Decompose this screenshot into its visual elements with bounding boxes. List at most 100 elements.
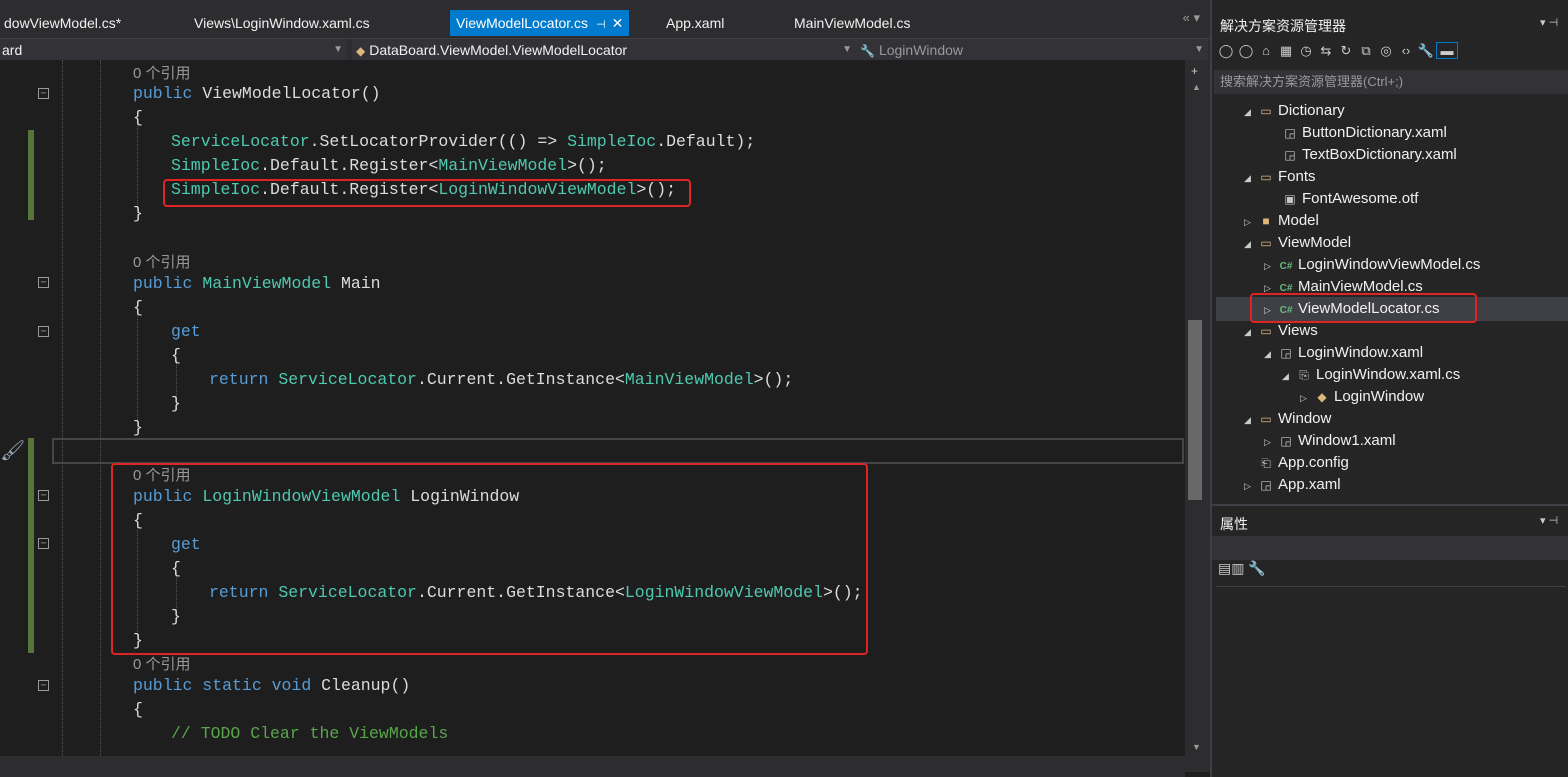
xaml-file-icon: ◲ <box>1280 346 1292 360</box>
code-text: .SetLocatorProvider(() => <box>309 132 568 151</box>
switch-views-icon[interactable]: ▦ <box>1276 43 1296 59</box>
code-line: public MainViewModel Main <box>133 274 381 293</box>
change-indicator <box>28 130 34 220</box>
tree-file-loginwindow-xaml[interactable]: ◢ ◲ LoginWindow.xaml <box>1264 342 1423 364</box>
collapse-all-icon[interactable]: ⧉ <box>1356 43 1376 59</box>
expand-icon[interactable]: ◢ <box>1244 409 1258 431</box>
properties-icon[interactable]: 🔧 <box>1416 43 1436 59</box>
panel-menu-icon[interactable]: ▾ ⊣ <box>1540 514 1558 527</box>
xaml-file-icon: ◲ <box>1260 478 1272 492</box>
tree-item-label: Window <box>1278 410 1332 427</box>
split-icon[interactable]: + <box>1191 64 1198 78</box>
navigation-bar: ard ▼ ◆ DataBoard.ViewModel.ViewModelLocat… <box>0 38 1210 61</box>
scroll-down-icon[interactable]: ▼ <box>1192 742 1201 752</box>
tree-file-app-config[interactable]: ⎗ App.config <box>1258 452 1349 474</box>
code-line: } <box>133 204 143 223</box>
code-line: { <box>171 346 181 365</box>
collapse-icon[interactable]: − <box>38 88 49 99</box>
collapse-icon[interactable]: − <box>38 490 49 501</box>
scrollbar-thumb[interactable] <box>1188 320 1202 500</box>
pending-changes-icon[interactable]: ◷ <box>1296 43 1316 59</box>
code-line: { <box>133 298 143 317</box>
tab-mainviewmodel[interactable]: MainViewModel.cs <box>790 10 914 36</box>
tree-folder-views[interactable]: ◢ ▭ Views <box>1244 320 1318 342</box>
quick-action-icon[interactable]: 🖌 <box>0 438 25 463</box>
collapse-icon[interactable]: − <box>38 538 49 549</box>
indent-guide <box>62 60 63 772</box>
highlight-box <box>163 179 691 207</box>
expand-icon[interactable]: ◢ <box>1244 167 1258 189</box>
horizontal-scrollbar[interactable] <box>0 756 1185 777</box>
reference-count[interactable]: 0 个引用 <box>133 251 191 272</box>
highlight-box <box>111 463 868 655</box>
code-editor[interactable]: − − − − − − 🖌 0 个引用 public ViewModelLoca… <box>0 60 1185 772</box>
tree-file-app-xaml[interactable]: ▷ ◲ App.xaml <box>1244 474 1341 496</box>
tree-file-textboxdictionary[interactable]: ◲ TextBoxDictionary.xaml <box>1282 144 1456 166</box>
code-text: >(); <box>753 370 794 389</box>
collapse-icon[interactable]: − <box>38 326 49 337</box>
reference-count[interactable]: 0 个引用 <box>133 62 191 83</box>
tree-file-fontawesome[interactable]: ▣ FontAwesome.otf <box>1282 188 1418 210</box>
tree-file-loginwindow-xaml-cs[interactable]: ◢ ⎘ LoginWindow.xaml.cs <box>1282 364 1460 386</box>
collapsed-icon[interactable]: ▷ <box>1264 255 1278 277</box>
tree-item-label: FontAwesome.otf <box>1302 190 1419 207</box>
properties-object-selector[interactable] <box>1212 536 1568 560</box>
highlight-box <box>1250 293 1477 323</box>
collapsed-icon[interactable]: ▷ <box>1300 387 1314 409</box>
show-all-files-icon[interactable]: ◎ <box>1376 43 1396 59</box>
tree-folder-dictionary[interactable]: ◢ ▭ Dictionary <box>1244 100 1345 122</box>
code-line: get <box>171 322 201 341</box>
member-dropdown[interactable]: 🔧 LoginWindow ▼ <box>856 39 1208 61</box>
collapse-icon[interactable]: − <box>38 277 49 288</box>
code-line: SimpleIoc.Default.Register<MainViewModel… <box>171 156 607 175</box>
tree-item-label: LoginWindowViewModel.cs <box>1298 256 1481 273</box>
collapsed-icon[interactable]: ▷ <box>1244 475 1258 497</box>
project-dropdown-value: ard <box>2 42 23 58</box>
tree-file-window1-xaml[interactable]: ▷ ◲ Window1.xaml <box>1264 430 1396 452</box>
expand-icon[interactable]: ◢ <box>1282 365 1296 387</box>
project-dropdown[interactable]: ard ▼ <box>0 39 347 61</box>
refresh-icon[interactable]: ↻ <box>1336 43 1356 59</box>
view-code-icon[interactable]: ‹› <box>1396 43 1416 58</box>
xaml-file-icon: ◲ <box>1284 126 1296 140</box>
tab-loginwindowviewmodel[interactable]: dowViewModel.cs* <box>0 10 125 36</box>
preview-icon[interactable]: ▬ <box>1436 42 1458 59</box>
panel-menu-icon[interactable]: ▾ ⊣ <box>1540 16 1558 29</box>
tab-app-xaml[interactable]: App.xaml <box>662 10 728 36</box>
collapse-icon[interactable]: − <box>38 680 49 691</box>
class-dropdown[interactable]: ◆ DataBoard.ViewModel.ViewModelLocator ▼ <box>352 39 856 61</box>
folder-icon: ▭ <box>1260 104 1272 118</box>
sync-icon[interactable]: ⇆ <box>1316 43 1336 59</box>
search-input[interactable]: 搜索解决方案资源管理器(Ctrl+;) <box>1214 70 1568 94</box>
home-icon[interactable]: ⌂ <box>1256 43 1276 58</box>
wrench-icon[interactable]: 🔧 <box>1248 560 1265 576</box>
collapsed-icon[interactable]: ▷ <box>1264 431 1278 453</box>
tree-folder-model[interactable]: ▷ ■ Model <box>1244 210 1319 232</box>
expand-icon[interactable]: ◢ <box>1264 343 1278 365</box>
collapsed-icon[interactable]: ▷ <box>1244 211 1258 233</box>
tree-folder-window[interactable]: ◢ ▭ Window <box>1244 408 1331 430</box>
tree-item-label: Window1.xaml <box>1298 432 1396 449</box>
tree-file-loginwindowviewmodel[interactable]: ▷ C# LoginWindowViewModel.cs <box>1264 254 1480 276</box>
tree-folder-viewmodel[interactable]: ◢ ▭ ViewModel <box>1244 232 1351 254</box>
font-file-icon: ▣ <box>1284 192 1296 206</box>
tree-class-loginwindow[interactable]: ▷ ◆ LoginWindow <box>1300 386 1424 408</box>
close-icon[interactable]: ✕ <box>612 15 624 31</box>
back-icon[interactable]: ◯ <box>1216 43 1236 59</box>
tab-overflow-icon[interactable]: « ▾ <box>1183 10 1200 26</box>
folder-icon: ▭ <box>1260 324 1272 338</box>
tab-loginwindow-xaml-cs[interactable]: Views\LoginWindow.xaml.cs <box>190 10 374 36</box>
reference-count[interactable]: 0 个引用 <box>133 653 191 674</box>
tree-file-buttondictionary[interactable]: ◲ ButtonDictionary.xaml <box>1282 122 1446 144</box>
expand-icon[interactable]: ◢ <box>1244 321 1258 343</box>
forward-icon[interactable]: ◯ <box>1236 43 1256 59</box>
scroll-up-icon[interactable]: ▲ <box>1192 82 1201 92</box>
expand-icon[interactable]: ◢ <box>1244 233 1258 255</box>
pin-icon[interactable]: ⊣ <box>596 19 606 31</box>
categorized-icon[interactable]: ▤ <box>1218 560 1231 576</box>
expand-icon[interactable]: ◢ <box>1244 101 1258 123</box>
tree-folder-fonts[interactable]: ◢ ▭ Fonts <box>1244 166 1316 188</box>
tab-viewmodellocator[interactable]: ViewModelLocator.cs ⊣ ✕ <box>450 10 630 36</box>
indent-guide <box>137 120 138 215</box>
alphabetical-icon[interactable]: ▥ <box>1231 560 1244 576</box>
